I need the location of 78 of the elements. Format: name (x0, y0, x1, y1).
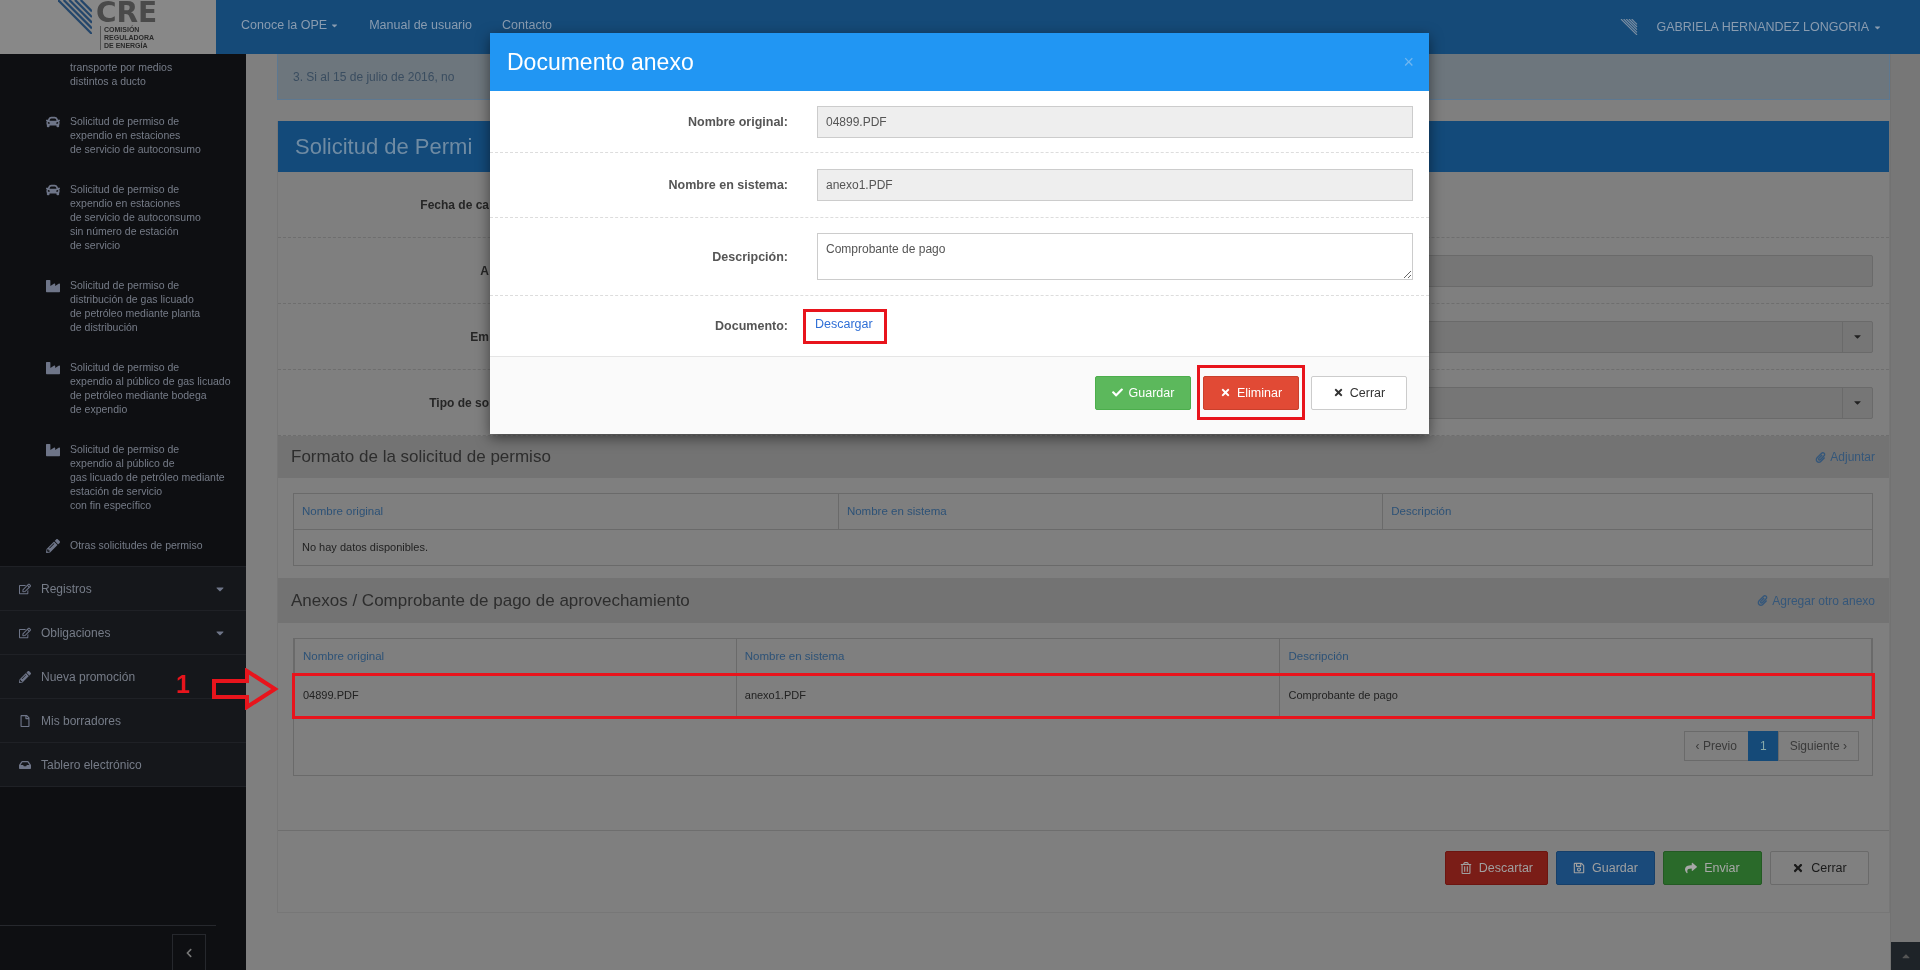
field-label: Nombre en sistema: (667, 178, 789, 192)
car-icon (46, 183, 60, 197)
action-button[interactable]: Cerrar (1770, 851, 1869, 885)
chevron-left-icon (184, 947, 194, 958)
table-cell: anexo1.PDF (736, 674, 1280, 716)
download-link[interactable]: Descargar (815, 316, 873, 331)
nav-link[interactable]: Manual de usuario (369, 18, 473, 32)
paperclip-icon (1815, 451, 1827, 463)
inbox-icon (19, 758, 31, 771)
field-label: Fecha de ca (419, 197, 489, 212)
sidebar-menu-item[interactable]: Registros (0, 567, 246, 611)
field-label: Descripción: (711, 249, 789, 264)
check-icon (1111, 387, 1123, 398)
car-icon (46, 115, 60, 129)
input-field[interactable]: anexo1.PDF (817, 169, 1413, 201)
column-header: Descripción (1382, 494, 1872, 529)
file-icon (19, 714, 31, 727)
logo-text: CRE (96, 0, 158, 26)
edit-icon (19, 582, 31, 595)
card-title: Solicitud de Permi (295, 133, 473, 160)
arrow-annotation (211, 668, 279, 710)
sidebar-menu-item[interactable]: Obligaciones (0, 611, 246, 655)
input-field[interactable]: 04899.PDF (817, 105, 1413, 138)
flag-icon (1620, 19, 1639, 35)
scroll-top-button[interactable] (1891, 942, 1920, 970)
pencil-icon (19, 670, 31, 683)
table-cell: 04899.PDF (295, 674, 737, 716)
sidebar-menu-item[interactable]: Mis borradores (0, 699, 246, 743)
field-label: Em (469, 329, 489, 344)
step-number: 1 (176, 672, 190, 697)
sidebar-menu-item[interactable]: Tablero electrónico (0, 743, 246, 787)
share-icon (1685, 862, 1698, 874)
collapse-sidebar-button[interactable] (172, 934, 206, 970)
section-title: Formato de la solicitud de permiso (291, 447, 551, 467)
sidebar-link[interactable]: Solicitud de permiso de expendio en estaciones de servicio de autoconsumo sin número de estación de servicio (0, 169, 246, 265)
column-header: Nombre en sistema (736, 639, 1280, 674)
empty-message: No hay datos disponibles. (294, 529, 1872, 565)
page-link[interactable]: 1 (1747, 731, 1779, 761)
column-header: Nombre en sistema (838, 494, 1383, 529)
nav-link[interactable]: Conoce la OPE (241, 18, 340, 32)
field-label: Documento: (714, 319, 789, 333)
description-field[interactable]: Comprobante de pago (817, 233, 1413, 280)
modal-title: Documento anexo (507, 48, 694, 76)
logo-stripes-icon (58, 0, 92, 34)
modal-button[interactable]: Cerrar (1311, 375, 1407, 410)
action-button[interactable]: Descartar (1444, 851, 1548, 885)
sidebar-link[interactable]: Otras solicitudes de permiso (0, 525, 246, 566)
section-title: Anexos / Comprobante de pago de aprovechamiento (291, 590, 690, 611)
column-header: Descripción (1280, 639, 1871, 674)
column-header: Nombre original (294, 494, 839, 529)
factory-icon (46, 361, 60, 375)
next-page-link[interactable]: Siguiente › (1777, 731, 1859, 761)
sidebar-link[interactable]: Solicitud de permiso de expendio en estaciones de servicio de autoconsumo (0, 101, 246, 169)
paperclip-icon (1757, 595, 1769, 606)
close-icon (1332, 387, 1344, 398)
floppy-icon (1573, 862, 1586, 874)
pencil-icon (46, 539, 60, 553)
column-header: Nombre original (295, 639, 737, 674)
close-icon (1792, 862, 1805, 874)
sidebar-link[interactable]: Solicitud de permiso de expendio al público de gas licuado de petróleo mediante bodega de expendio (0, 347, 246, 429)
sidebar-link[interactable]: Solicitud de permiso de expendio al público de gas licuado de petróleo mediante estación de servicio con fin específico (0, 429, 246, 525)
modal-button[interactable]: Guardar (1095, 375, 1191, 410)
field-label: Nombre original: (687, 114, 789, 129)
action-button[interactable]: Enviar (1663, 851, 1762, 885)
sidebar-link[interactable]: Solicitud de permiso de distribución de gas licuado de petróleo mediante planta de distribución (0, 265, 246, 347)
sidebar-link[interactable]: transporte por medios distintos a ducto (0, 47, 246, 101)
user-menu[interactable]: GABRIELA HERNANDEZ LONGORIA (1656, 20, 1882, 34)
trash-icon (1459, 862, 1472, 874)
field-label: Tipo de so (428, 395, 489, 410)
close-icon (1219, 387, 1231, 398)
edit-icon (19, 626, 31, 639)
field-label: A (479, 263, 489, 278)
modal-button[interactable]: Eliminar (1203, 375, 1299, 410)
nav-link[interactable]: Contacto (502, 18, 553, 32)
action-button[interactable]: Guardar (1556, 851, 1655, 885)
factory-icon (46, 279, 60, 293)
factory-icon (46, 443, 60, 457)
table-cell: Comprobante de pago (1280, 674, 1871, 716)
